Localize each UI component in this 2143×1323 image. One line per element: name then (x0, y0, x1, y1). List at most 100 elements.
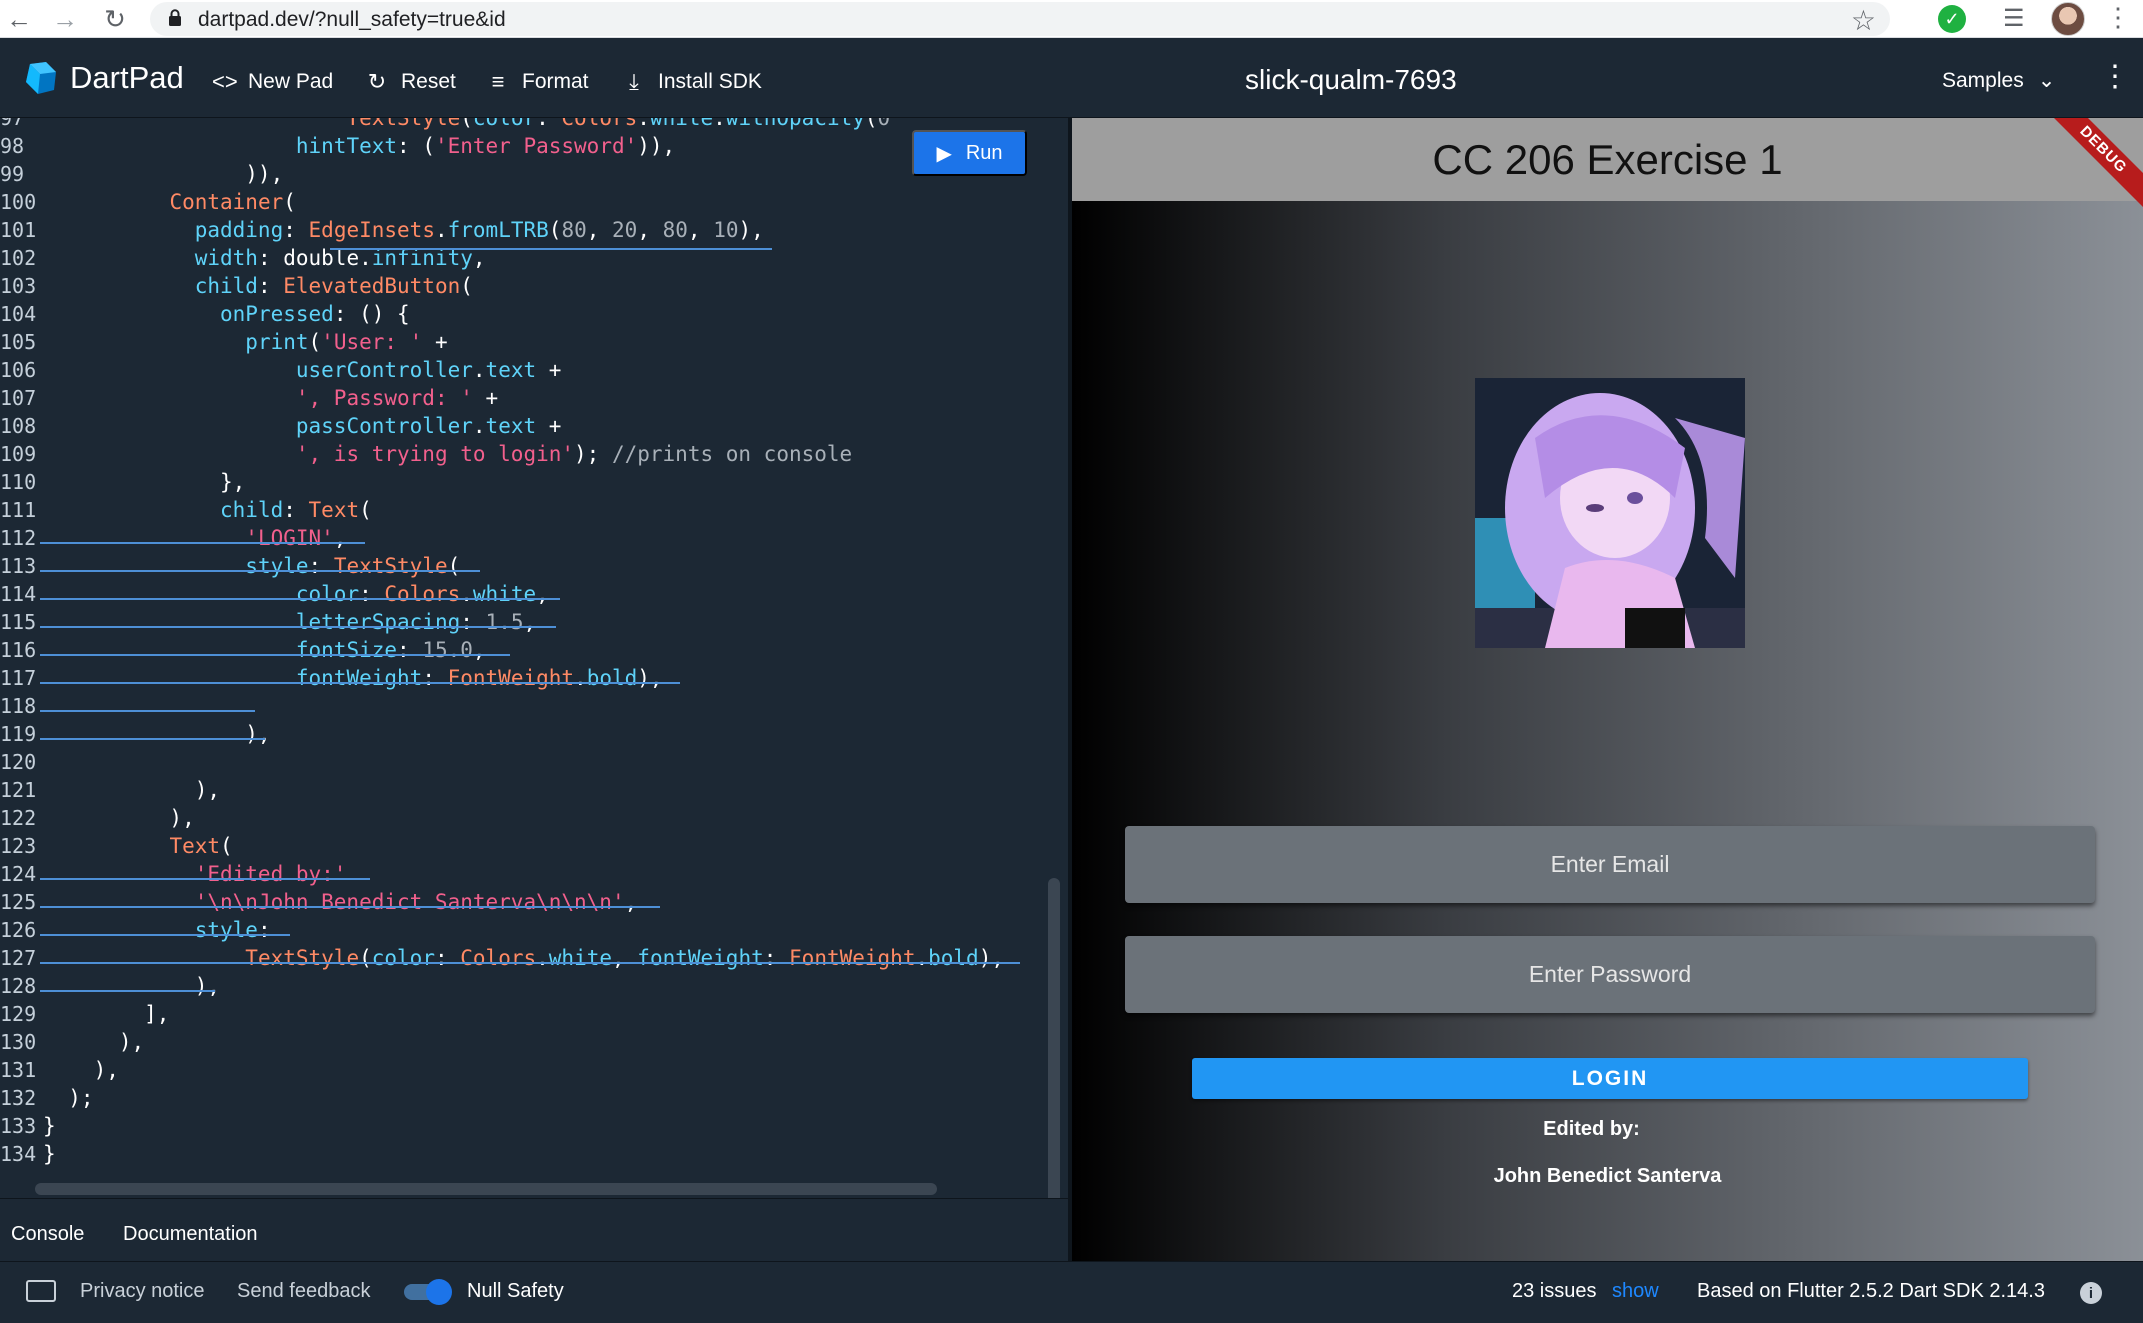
code-line[interactable]: 'LOGIN', (43, 524, 346, 552)
code-line[interactable]: child: ElevatedButton( (43, 272, 473, 300)
line-number: 113 (0, 554, 37, 578)
show-issues-link[interactable]: show (1612, 1280, 1659, 1303)
code-line[interactable]: style: (43, 916, 271, 944)
code-line[interactable]: TextStyle(color: Colors.white.withOpacit… (43, 118, 890, 132)
tab-console[interactable]: Console (11, 1223, 84, 1246)
email-field[interactable] (1125, 826, 2095, 903)
code-line[interactable]: ); (43, 1084, 93, 1112)
line-number: 114 (0, 582, 37, 606)
code-line[interactable]: letterSpacing: 1.5, (43, 608, 536, 636)
line-number: 123 (0, 834, 37, 858)
line-number: 107 (0, 386, 37, 410)
code-line[interactable]: fontSize: 15.0, (43, 636, 486, 664)
line-number: 120 (0, 750, 37, 774)
samples-dropdown[interactable]: Samples ⌄ (1942, 68, 2055, 93)
forward-icon[interactable]: → (50, 4, 80, 34)
code-line[interactable]: style: TextStyle( (43, 552, 460, 580)
code-line[interactable]: } (43, 1112, 56, 1140)
line-number: 100 (0, 190, 37, 214)
privacy-notice-link[interactable]: Privacy notice (80, 1280, 205, 1303)
code-line[interactable]: ), (43, 720, 270, 748)
profile-image (1475, 378, 1745, 648)
code-line[interactable]: ), (43, 804, 194, 832)
pad-title[interactable]: slick-qualm-7693 (1245, 64, 1457, 96)
reload-icon[interactable]: ↻ (100, 4, 130, 34)
code-line[interactable]: ), (43, 1028, 144, 1056)
line-number: 101 (0, 218, 37, 242)
keyboard-icon[interactable] (26, 1280, 56, 1302)
status-footer: Privacy notice Send feedback Null Safety… (0, 1261, 2143, 1323)
code-line[interactable]: Container( (43, 188, 295, 216)
reading-list-icon[interactable]: ☰ (2003, 4, 2025, 33)
extension-check-icon[interactable]: ✓ (1938, 5, 1966, 33)
email-input[interactable] (1125, 826, 2095, 903)
code-line[interactable]: TextStyle(color: Colors.white, fontWeigh… (43, 944, 1004, 972)
code-line[interactable]: padding: EdgeInsets.fromLTRB(80, 20, 80,… (43, 216, 764, 244)
download-icon: ⤓ (629, 69, 639, 94)
code-line[interactable]: child: Text( (43, 496, 372, 524)
code-line[interactable]: ), (43, 776, 220, 804)
line-number: 109 (0, 442, 37, 466)
bookmark-star-icon[interactable]: ☆ (1851, 4, 1876, 37)
code-line[interactable]: 'Edited by:' (43, 860, 347, 888)
horizontal-scrollbar[interactable] (35, 1183, 937, 1195)
line-number: 124 (0, 862, 37, 886)
lock-icon (169, 9, 181, 26)
code-line[interactable]: print('User: ' + (43, 328, 447, 356)
reset-button[interactable]: ↻ Reset (365, 68, 456, 96)
code-line[interactable]: passController.text + (43, 412, 562, 440)
code-line[interactable]: ', is trying to login'); //prints on con… (43, 440, 852, 468)
code-line[interactable] (43, 748, 56, 776)
code-line[interactable]: } (43, 1140, 56, 1168)
run-button[interactable]: ▶ Run (912, 130, 1027, 176)
line-number: 104 (0, 302, 37, 326)
line-number: 119 (0, 722, 37, 746)
back-icon[interactable]: ← (4, 4, 34, 34)
code-line[interactable]: )), (43, 160, 283, 188)
line-number: 133 (0, 1114, 37, 1138)
send-feedback-link[interactable]: Send feedback (237, 1280, 370, 1303)
code-line[interactable]: }, (43, 468, 245, 496)
line-number: 131 (0, 1058, 37, 1082)
vertical-scrollbar[interactable] (1048, 878, 1060, 1198)
dart-logo-icon (26, 62, 56, 94)
line-number: 125 (0, 890, 37, 914)
author-name: John Benedict Santerva (1493, 1165, 1722, 1187)
info-icon[interactable]: i (2080, 1282, 2102, 1304)
line-number: 121 (0, 778, 37, 802)
code-line[interactable]: hintText: ('Enter Password')), (43, 132, 675, 160)
code-line[interactable]: ), (43, 972, 220, 1000)
line-number: 115 (0, 610, 37, 634)
play-icon: ▶ (936, 142, 952, 165)
code-editor[interactable]: 97 98 99 100 101 102 103 104 105 106 107 108 109 110 1… (0, 118, 1068, 1198)
app-name[interactable]: DartPad (70, 60, 184, 96)
login-button[interactable]: LOGIN (1192, 1058, 2028, 1099)
browser-menu-icon[interactable]: ⋮ (2105, 2, 2131, 33)
address-bar[interactable]: dartpad.dev/?null_safety=true&id ☆ (150, 2, 1890, 36)
url-text[interactable]: dartpad.dev/?null_safety=true&id (198, 8, 506, 32)
password-input[interactable] (1125, 936, 2095, 1013)
code-line[interactable]: userController.text + (43, 356, 562, 384)
code-line[interactable]: fontWeight: FontWeight.bold), (43, 664, 663, 692)
chevron-down-icon: ⌄ (2037, 69, 2056, 92)
code-line[interactable]: ], (43, 1000, 169, 1028)
code-line[interactable]: '\n\nJohn Benedict Santerva\n\n\n', (43, 888, 638, 916)
install-sdk-button[interactable]: ⤓ Install SDK (622, 68, 762, 96)
lint-underline (40, 906, 660, 908)
code-line[interactable]: Text( (43, 832, 232, 860)
tab-documentation[interactable]: Documentation (123, 1223, 258, 1246)
code-line[interactable]: onPressed: () { (43, 300, 410, 328)
null-safety-toggle[interactable] (402, 1277, 452, 1307)
line-number: 110 (0, 470, 37, 494)
more-options-icon[interactable]: ⋮ (2100, 62, 2130, 92)
code-line[interactable]: ', Password: ' + (43, 384, 498, 412)
format-lines-icon: ≡ (491, 69, 505, 94)
new-pad-button[interactable]: <> New Pad (212, 68, 333, 96)
profile-avatar[interactable] (2051, 2, 2085, 36)
code-line[interactable]: ), (43, 1056, 119, 1084)
password-field[interactable] (1125, 936, 2095, 1013)
code-line[interactable]: color: Colors.white, (43, 580, 549, 608)
format-button[interactable]: ≡ Format (486, 68, 589, 96)
lint-underline (40, 626, 556, 628)
code-line[interactable] (43, 692, 56, 720)
